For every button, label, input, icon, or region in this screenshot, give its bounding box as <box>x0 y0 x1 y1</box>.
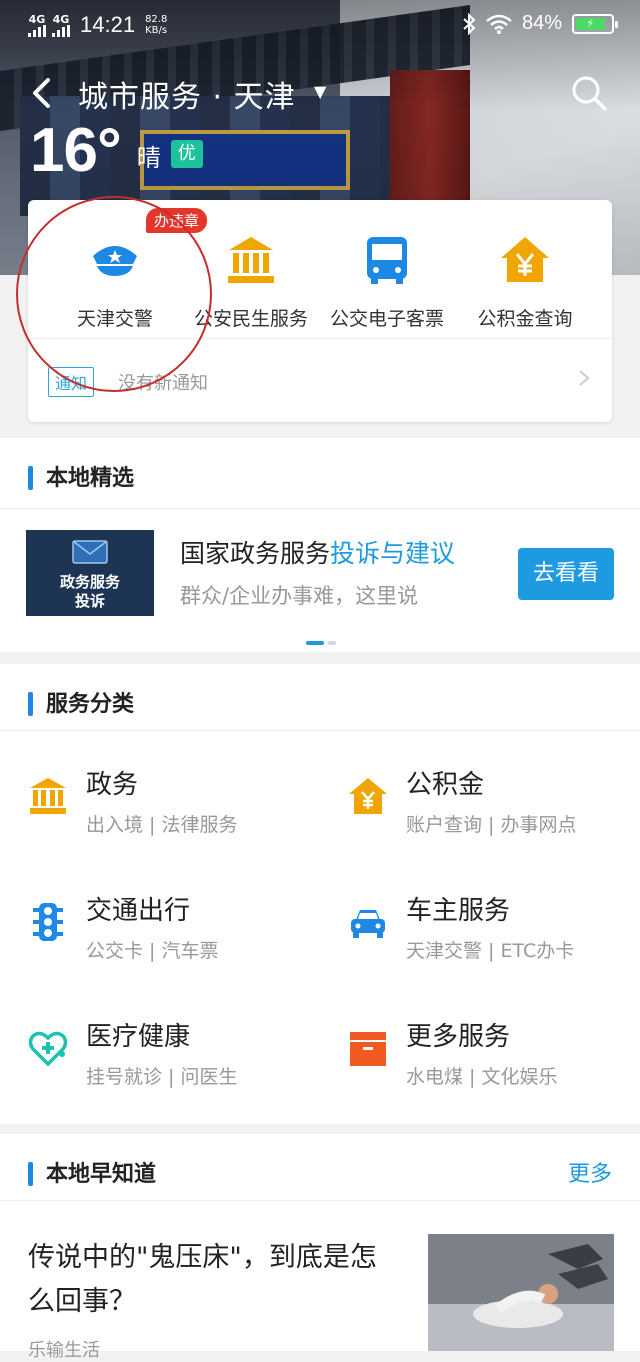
quick-services-card: 办违章 天津交警 公安民生服务 公交电子客票 公积金查询 通知 没有新通知 <box>28 200 612 422</box>
bus-icon <box>367 237 407 284</box>
bluetooth-icon <box>463 12 476 35</box>
category-item[interactable]: 政务 出入境 | 法律服务 <box>0 764 320 884</box>
search-icon[interactable] <box>570 74 608 112</box>
feature-banner[interactable]: 政务服务 投诉 国家政务服务投诉与建议 群众/企业办事难，这里说 去看看 <box>26 530 614 618</box>
chevron-down-icon[interactable]: ▼ <box>314 82 326 101</box>
medical-heart-icon <box>28 1031 68 1067</box>
quick-service-item[interactable]: 公交电子客票 <box>314 234 460 331</box>
category-item[interactable]: 车主服务 天津交警 | ETC办卡 <box>320 890 640 1010</box>
category-item[interactable]: 公积金 账户查询 | 办事网点 <box>320 764 640 884</box>
violation-badge[interactable]: 办违章 <box>146 208 208 233</box>
go-see-button[interactable]: 去看看 <box>518 548 614 600</box>
car-icon <box>351 910 385 938</box>
news-source: 乐输生活 <box>28 1340 100 1361</box>
quick-service-item[interactable]: 公积金查询 <box>452 234 598 331</box>
feature-headline: 国家政务服务投诉与建议 <box>180 539 456 568</box>
more-link[interactable]: 更多 <box>568 1156 612 1188</box>
city-selector[interactable]: 城市服务 · 天津 <box>78 72 296 116</box>
housing-fund-icon <box>501 237 549 282</box>
envelope-icon <box>72 540 108 564</box>
news-article-title[interactable]: 传说中的"鬼压床"，到底是怎么回事？ <box>28 1236 398 1324</box>
air-quality-badge: 优 <box>170 140 203 168</box>
quick-service-item[interactable]: 公安民生服务 <box>178 234 324 331</box>
section-header: 本地早知道 更多 <box>0 1134 640 1210</box>
category-item[interactable]: 更多服务 水电煤 | 文化娱乐 <box>320 1016 640 1136</box>
quick-service-item[interactable]: 天津交警 <box>42 234 188 331</box>
section-header: 服务分类 <box>0 664 640 740</box>
traffic-light-icon <box>33 903 63 941</box>
notice-text: 没有新通知 <box>118 373 208 394</box>
feature-subtitle: 群众/企业办事难，这里说 <box>180 584 419 608</box>
feature-image: 政务服务 投诉 <box>26 530 154 616</box>
divider <box>0 508 640 509</box>
notice-tag: 通知 <box>48 367 95 397</box>
section-title: 服务分类 <box>46 692 135 717</box>
signal-icon: 4G <box>52 14 70 37</box>
wifi-icon <box>486 14 512 34</box>
government-building-icon <box>30 778 66 814</box>
service-categories-section: 服务分类 政务 出入境 | 法律服务 公积金 账户查询 | 办事网点 交通出行 <box>0 664 640 1124</box>
category-item[interactable]: 医疗健康 挂号就诊 | 问医生 <box>0 1016 320 1136</box>
weather-condition: 晴 <box>136 144 161 172</box>
government-building-icon <box>228 237 274 283</box>
section-accent-bar <box>28 1162 33 1186</box>
battery-icon: ⚡ <box>572 13 618 34</box>
back-arrow-icon[interactable] <box>28 76 58 110</box>
section-accent-bar <box>28 692 33 716</box>
section-title: 本地精选 <box>46 466 135 491</box>
weather-widget[interactable]: 16° 晴 优 <box>30 118 203 184</box>
divider <box>0 730 640 731</box>
temperature: 16° <box>30 116 122 185</box>
battery-percent: 84% <box>521 12 562 34</box>
title-bar: 城市服务 · 天津 ▼ <box>0 66 640 120</box>
carousel-indicator <box>306 641 336 645</box>
signal-icon: 4G <box>28 14 46 37</box>
police-cap-icon <box>93 246 137 276</box>
quick-services-row: 办违章 天津交警 公安民生服务 公交电子客票 公积金查询 <box>28 200 612 338</box>
category-item[interactable]: 交通出行 公交卡 | 汽车票 <box>0 890 320 1010</box>
divider <box>0 1200 640 1201</box>
status-bar: 4G 4G 14:21 82.8 KB/s 84% ⚡ <box>0 0 640 50</box>
section-title: 本地早知道 <box>46 1162 157 1187</box>
section-header: 本地精选 <box>0 438 640 514</box>
status-time: 14:21 <box>80 12 136 37</box>
notice-bar[interactable]: 通知 没有新通知 <box>28 338 612 422</box>
chevron-right-icon <box>579 370 590 386</box>
housing-fund-icon <box>349 778 387 814</box>
section-accent-bar <box>28 466 33 490</box>
news-thumbnail[interactable] <box>428 1234 614 1351</box>
box-icon <box>350 1032 386 1066</box>
news-thumbnail-illustration <box>428 1234 614 1351</box>
network-speed: 82.8 KB/s <box>145 14 168 36</box>
